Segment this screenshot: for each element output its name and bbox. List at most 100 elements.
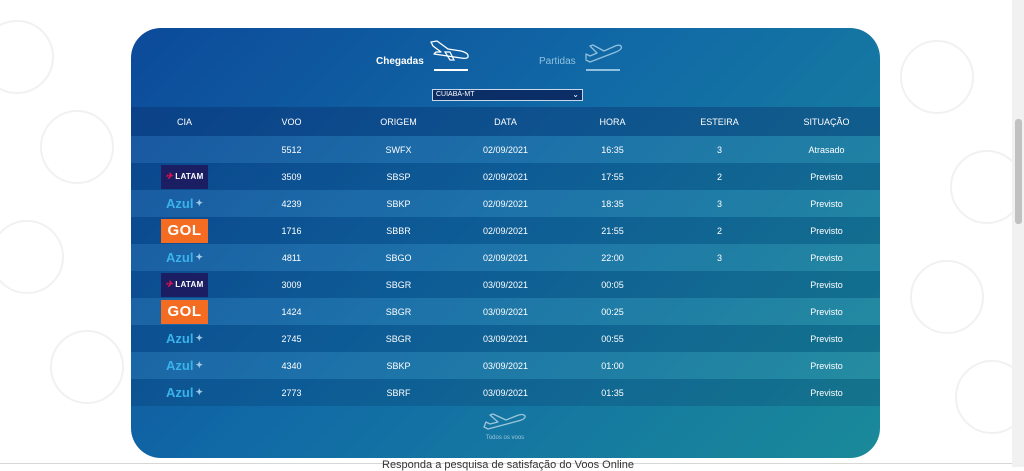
latam-logo: ✈ LATAM xyxy=(161,164,208,189)
airline-cell: Azul ✦ xyxy=(131,352,238,379)
time-cell: 21:55 xyxy=(559,217,666,244)
survey-link[interactable]: Responda a pesquisa de satisfação do Voo… xyxy=(382,459,634,471)
city-select-value: CUIABÁ-MT xyxy=(436,91,475,98)
airline-name: LATAM xyxy=(175,280,204,289)
column-header-airline: CIA xyxy=(131,107,238,136)
belt-cell xyxy=(666,298,773,325)
table-row: GOL 1424 SBGR 03/09/2021 00:25 Previsto xyxy=(131,298,880,325)
airline-name: Azul xyxy=(166,358,194,373)
flight-cell: 3009 xyxy=(238,271,345,298)
date-cell: 02/09/2021 xyxy=(452,136,559,163)
flight-cell: 4239 xyxy=(238,190,345,217)
time-cell: 00:55 xyxy=(559,325,666,352)
belt-cell xyxy=(666,325,773,352)
tab-arrivals[interactable]: Chegadas xyxy=(376,38,474,71)
status-cell: Previsto xyxy=(773,217,880,244)
airline-cell: GOL xyxy=(131,298,238,325)
belt-cell: 2 xyxy=(666,217,773,244)
column-header-belt: ESTEIRA xyxy=(666,107,773,136)
airline-name: Azul xyxy=(166,250,194,265)
belt-cell: 2 xyxy=(666,163,773,190)
airline-name: GOL xyxy=(167,222,202,239)
origin-cell: SWFX xyxy=(345,136,452,163)
flight-cell: 4811 xyxy=(238,244,345,271)
column-header-flight: VOO xyxy=(238,107,345,136)
status-cell: Previsto xyxy=(773,271,880,298)
time-cell: 17:55 xyxy=(559,163,666,190)
azul-logo: Azul ✦ xyxy=(161,354,208,378)
table-row: ✈ LATAM 3009 SBGR 03/09/2021 00:05 Previsto xyxy=(131,271,880,298)
azul-logo: Azul ✦ xyxy=(161,381,208,405)
airline-name: Azul xyxy=(166,331,194,346)
date-cell: 03/09/2021 xyxy=(452,352,559,379)
airline-cell: GOL xyxy=(131,217,238,244)
arrivals-underline xyxy=(433,69,468,71)
airline-name: GOL xyxy=(167,303,202,320)
all-flights-label: Todos os voos xyxy=(485,435,525,441)
gol-logo: GOL xyxy=(161,218,208,243)
airline-name: Azul xyxy=(166,385,194,400)
status-cell: Previsto xyxy=(773,244,880,271)
all-flights-button[interactable]: Todos os voos xyxy=(480,411,530,441)
scrollbar[interactable] xyxy=(1012,0,1024,467)
table-row: Azul ✦ 4239 SBKP 02/09/2021 18:35 3 Previsto xyxy=(131,190,880,217)
origin-cell: SBBR xyxy=(345,217,452,244)
airline-cell: Azul ✦ xyxy=(131,190,238,217)
chevron-down-icon: ⌄ xyxy=(572,90,579,99)
belt-cell xyxy=(666,352,773,379)
date-cell: 02/09/2021 xyxy=(452,163,559,190)
status-cell: Atrasado xyxy=(773,136,880,163)
date-cell: 02/09/2021 xyxy=(452,190,559,217)
status-cell: Previsto xyxy=(773,352,880,379)
azul-mark-icon: ✦ xyxy=(195,387,203,397)
latam-mark-icon: ✈ xyxy=(165,279,174,289)
plane-takeoff-icon xyxy=(585,44,622,63)
belt-cell: 3 xyxy=(666,190,773,217)
date-cell: 03/09/2021 xyxy=(452,325,559,352)
time-cell: 01:35 xyxy=(559,379,666,406)
flight-cell: 3509 xyxy=(238,163,345,190)
belt-cell xyxy=(666,379,773,406)
column-header-date: DATA xyxy=(452,107,559,136)
flights-table: CIA VOO ORIGEM DATA HORA ESTEIRA SITUAÇÃ… xyxy=(131,107,880,406)
scrollbar-thumb[interactable] xyxy=(1015,119,1022,224)
city-select[interactable]: CUIABÁ-MT ⌄ xyxy=(432,89,583,101)
flight-cell: 1424 xyxy=(238,298,345,325)
azul-mark-icon: ✦ xyxy=(195,252,203,262)
airline-name: LATAM xyxy=(175,172,204,181)
origin-cell: SBKP xyxy=(345,190,452,217)
departures-underline xyxy=(585,69,620,71)
airline-logo-empty xyxy=(161,137,208,161)
airline-cell xyxy=(131,136,238,163)
table-row: Azul ✦ 4811 SBGO 02/09/2021 22:00 3 Previsto xyxy=(131,244,880,271)
column-header-time: HORA xyxy=(559,107,666,136)
airline-cell: ✈ LATAM xyxy=(131,271,238,298)
tab-arrivals-label: Chegadas xyxy=(376,56,424,67)
airline-cell: Azul ✦ xyxy=(131,244,238,271)
belt-cell: 3 xyxy=(666,136,773,163)
time-cell: 18:35 xyxy=(559,190,666,217)
table-header-row: CIA VOO ORIGEM DATA HORA ESTEIRA SITUAÇÃ… xyxy=(131,107,880,136)
airline-cell: Azul ✦ xyxy=(131,325,238,352)
airline-cell: Azul ✦ xyxy=(131,379,238,406)
status-cell: Previsto xyxy=(773,325,880,352)
origin-cell: SBGR xyxy=(345,271,452,298)
date-cell: 02/09/2021 xyxy=(452,244,559,271)
time-cell: 00:05 xyxy=(559,271,666,298)
azul-logo: Azul ✦ xyxy=(161,192,208,216)
flight-cell: 4340 xyxy=(238,352,345,379)
time-cell: 00:25 xyxy=(559,298,666,325)
table-row: Azul ✦ 2745 SBGR 03/09/2021 00:55 Previsto xyxy=(131,325,880,352)
origin-cell: SBGR xyxy=(345,325,452,352)
date-cell: 02/09/2021 xyxy=(452,217,559,244)
airline-cell: ✈ LATAM xyxy=(131,163,238,190)
status-cell: Previsto xyxy=(773,163,880,190)
azul-mark-icon: ✦ xyxy=(195,360,203,370)
tab-departures-label: Partidas xyxy=(539,56,576,67)
column-header-origin: ORIGEM xyxy=(345,107,452,136)
gol-logo: GOL xyxy=(161,299,208,324)
airline-name: Azul xyxy=(166,196,194,211)
tab-departures[interactable]: Partidas xyxy=(539,38,626,71)
status-cell: Previsto xyxy=(773,298,880,325)
origin-cell: SBGO xyxy=(345,244,452,271)
